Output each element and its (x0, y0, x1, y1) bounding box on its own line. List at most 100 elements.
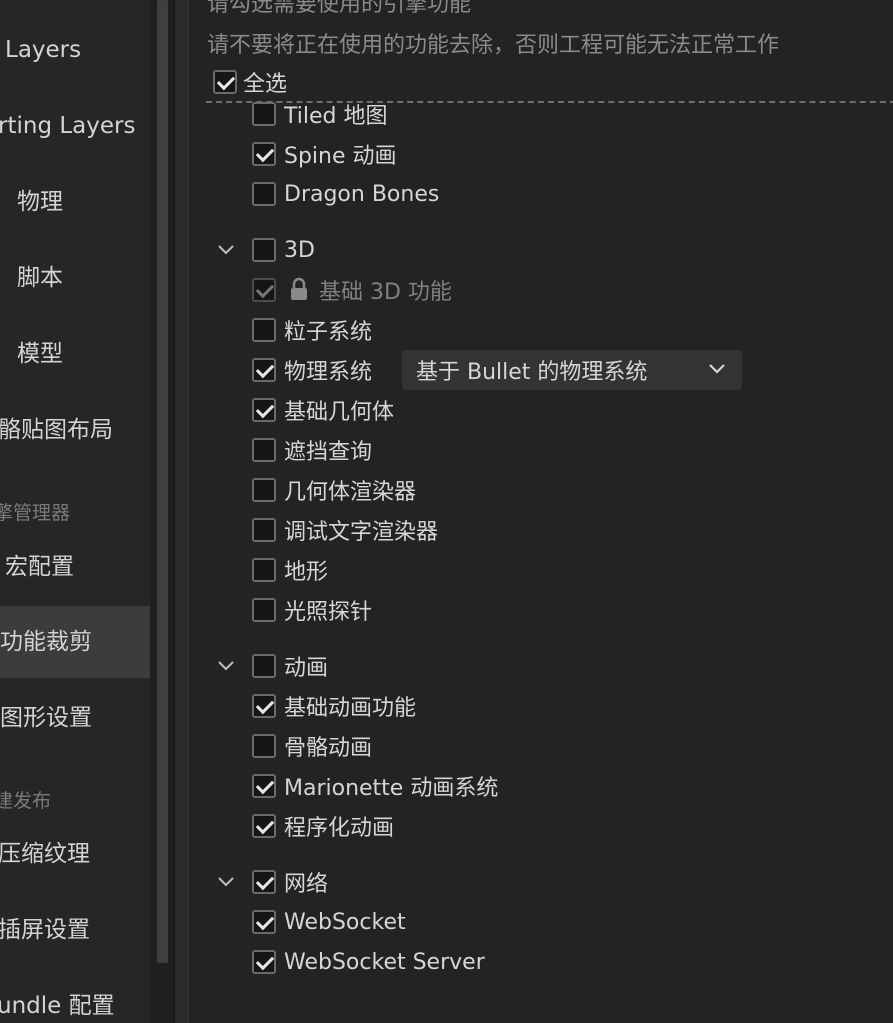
sidebar-item-splash-settings[interactable]: 插屏设置 (0, 894, 148, 966)
hint-text: 请勾选需要使用的引擎功能 (207, 0, 472, 17)
feature-label: 程序化动画 (284, 816, 395, 841)
feature-checkbox[interactable] (252, 142, 276, 166)
feature-item[interactable]: 调试文字渲染器 (252, 514, 438, 546)
feature-checkbox[interactable] (252, 478, 276, 502)
feature-group-animation[interactable]: 动画 (252, 650, 328, 682)
feature-checkbox[interactable] (252, 910, 276, 934)
chevron-down-icon[interactable] (216, 872, 236, 892)
sidebar-item-label: 骼贴图布局 (0, 417, 113, 443)
feature-checkbox[interactable] (252, 438, 276, 462)
feature-checkbox[interactable] (252, 734, 276, 758)
feature-item[interactable]: 地形 (252, 554, 328, 586)
feature-label: 网络 (284, 872, 329, 897)
feature-label: 基础 3D 功能 (319, 280, 452, 305)
feature-group-network[interactable]: 网络 (252, 866, 328, 898)
feature-checkbox (252, 278, 276, 302)
sidebar-item-physics[interactable]: 物理 (17, 166, 150, 238)
feature-checkbox[interactable] (252, 318, 276, 342)
feature-checkbox[interactable] (252, 654, 276, 678)
feature-label: 动画 (284, 656, 329, 681)
sidebar-item-label: rting Layers (0, 113, 136, 139)
panel-divider[interactable] (174, 0, 189, 1023)
sidebar-item-graphics-settings[interactable]: 图形设置 (0, 682, 150, 754)
feature-checkbox[interactable] (252, 558, 276, 582)
feature-label: 粒子系统 (284, 320, 373, 345)
sidebar-item-label: 压缩纹理 (0, 841, 90, 867)
feature-item[interactable]: Marionette 动画系统 (252, 770, 498, 802)
feature-item[interactable]: WebSocket (252, 906, 406, 938)
sidebar-item-label: 模型 (17, 341, 63, 367)
chevron-down-icon (709, 364, 725, 374)
feature-checkbox[interactable] (252, 598, 276, 622)
feature-checkbox[interactable] (252, 950, 276, 974)
feature-label: Spine 动画 (284, 144, 397, 169)
sidebar-item-label: 物理 (17, 189, 63, 215)
feature-item[interactable]: 基础几何体 (252, 394, 394, 426)
feature-label: 基础动画功能 (284, 696, 417, 721)
sidebar-item-label: undle 配置 (0, 993, 115, 1019)
select-all-checkbox[interactable] (213, 70, 237, 94)
feature-item[interactable]: 骨骼动画 (252, 730, 372, 762)
sidebar-item-label: 功能裁剪 (0, 629, 92, 655)
sidebar-item-label: 插屏设置 (0, 917, 90, 943)
feature-label: 3D (284, 237, 315, 263)
warning-text: 请不要将正在使用的功能去除，否则工程可能无法正常工作 (207, 33, 780, 58)
feature-checkbox[interactable] (252, 182, 276, 206)
feature-item[interactable]: 光照探针 (252, 594, 372, 626)
feature-item[interactable]: WebSocket Server (252, 946, 485, 978)
feature-label: 调试文字渲染器 (284, 520, 439, 545)
feature-checkbox[interactable] (252, 774, 276, 798)
feature-label: 基础几何体 (284, 400, 395, 425)
sidebar-group-engine-manager: 擎管理器 (0, 502, 71, 524)
sidebar-item-label: 图形设置 (0, 705, 92, 731)
feature-cropping-panel: 请勾选需要使用的引擎功能 请不要将正在使用的功能去除，否则工程可能无法正常工作 … (190, 0, 893, 1023)
feature-label: 骨骼动画 (284, 736, 373, 761)
chevron-down-icon[interactable] (216, 240, 236, 260)
sidebar-item-label: 宏配置 (5, 554, 74, 580)
select-value: 基于 Bullet 的物理系统 (416, 360, 648, 385)
feature-item[interactable]: 基础动画功能 (252, 690, 416, 722)
feature-label: Tiled 地图 (284, 104, 388, 129)
sidebar-item-feature-cropping[interactable]: 功能裁剪 (0, 606, 150, 678)
feature-item[interactable]: Tiled 地图 (252, 98, 387, 130)
sidebar-item-sorting-layers[interactable]: rting Layers (0, 90, 148, 162)
select-all-label: 全选 (243, 72, 288, 97)
lock-icon (291, 277, 307, 300)
feature-label: 光照探针 (284, 600, 373, 625)
feature-checkbox[interactable] (252, 358, 276, 382)
sidebar-item-scripts[interactable]: 脚本 (17, 242, 150, 314)
sidebar-item-bundle-config[interactable]: undle 配置 (0, 970, 147, 1023)
feature-checkbox[interactable] (252, 694, 276, 718)
select-all-row[interactable]: 全选 (213, 66, 287, 98)
feature-label: 几何体渲染器 (284, 480, 417, 505)
feature-group-3d[interactable]: 3D (252, 234, 315, 266)
physics-engine-select[interactable]: 基于 Bullet 的物理系统 (402, 350, 742, 390)
feature-checkbox[interactable] (252, 102, 276, 126)
feature-label: 物理系统 (284, 360, 373, 385)
sidebar-item-layers[interactable]: Layers (5, 14, 150, 86)
feature-checkbox[interactable] (252, 870, 276, 894)
sidebar-group-build-publish: 建发布 (0, 790, 52, 812)
sidebar-item-macro-config[interactable]: 宏配置 (5, 531, 150, 603)
feature-checkbox[interactable] (252, 814, 276, 838)
feature-item-locked: 基础 3D 功能 (252, 274, 452, 306)
feature-item[interactable]: 几何体渲染器 (252, 474, 416, 506)
sidebar-item-skeleton-texture-layout[interactable]: 骼贴图布局 (0, 394, 148, 466)
feature-label: 遮挡查询 (284, 440, 373, 465)
feature-item[interactable]: 粒子系统 (252, 314, 372, 346)
feature-item[interactable]: 物理系统 (252, 354, 372, 386)
feature-checkbox[interactable] (252, 238, 276, 262)
feature-checkbox[interactable] (252, 518, 276, 542)
sidebar-item-texture-compress[interactable]: 压缩纹理 (0, 818, 148, 890)
settings-sidebar: Layers rting Layers 物理 脚本 模型 骼贴图布局 擎管理器 … (0, 0, 150, 1023)
chevron-down-icon[interactable] (216, 656, 236, 676)
feature-item[interactable]: 程序化动画 (252, 810, 394, 842)
feature-item[interactable]: Spine 动画 (252, 138, 397, 170)
feature-checkbox[interactable] (252, 398, 276, 422)
sidebar-scrollbar-thumb[interactable] (157, 0, 168, 963)
sidebar-item-model[interactable]: 模型 (17, 318, 150, 390)
feature-item[interactable]: Dragon Bones (252, 178, 439, 210)
feature-label: Dragon Bones (284, 181, 440, 207)
feature-label: WebSocket Server (284, 949, 485, 975)
feature-item[interactable]: 遮挡查询 (252, 434, 372, 466)
